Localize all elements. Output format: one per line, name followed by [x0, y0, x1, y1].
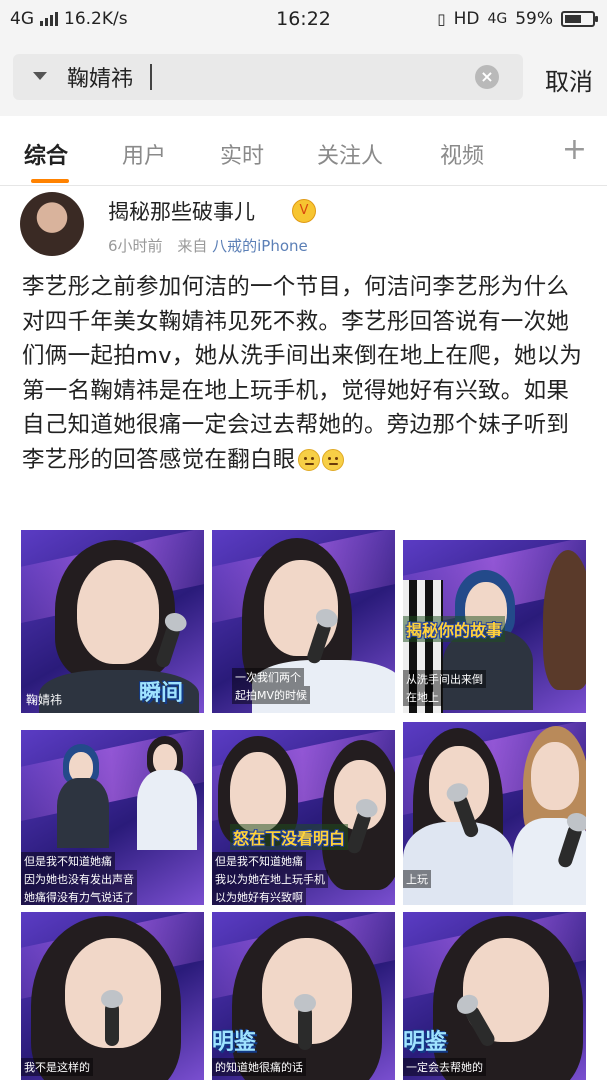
clear-icon[interactable]: ×: [475, 65, 499, 89]
tab-following[interactable]: 关注人: [317, 138, 383, 170]
post-image-3[interactable]: 揭秘你的故事 从洗手间出来倒 在地上: [403, 540, 586, 713]
tab-realtime[interactable]: 实时: [220, 138, 264, 170]
search-scope-dropdown-icon[interactable]: [33, 72, 47, 80]
image-caption: 我不是这样的: [21, 1058, 93, 1076]
search-input[interactable]: [65, 60, 465, 94]
hd-label: HD: [453, 9, 480, 29]
battery-percent: 59%: [515, 9, 553, 29]
emoji-icon: [297, 448, 320, 471]
cancel-button[interactable]: 取消: [545, 62, 593, 97]
post-image-7[interactable]: 我不是这样的: [21, 912, 204, 1080]
image-banner: 明鉴: [403, 1030, 448, 1055]
post-text: 李艺彤之前参加何洁的一个节目，何洁问李艺彤为什么对四千年美女鞠婧祎见死不救。李艺…: [22, 270, 590, 477]
avatar[interactable]: [20, 192, 84, 256]
image-caption: 的知道她很痛的话: [212, 1058, 306, 1076]
battery-icon: [561, 11, 598, 27]
image-caption: 上玩: [403, 870, 431, 888]
post-image-9[interactable]: 明鉴 一定会去帮她的: [403, 912, 586, 1080]
search-row: × 取消: [0, 40, 607, 116]
status-right: ▯ HD 4G 59%: [437, 9, 598, 29]
image-caption: 我以为她在地上玩手机: [212, 870, 328, 888]
post-image-2[interactable]: 一次我们两个 起拍MV的时候: [212, 530, 395, 713]
network-right-label: 4G: [487, 11, 508, 27]
plus-icon[interactable]: +: [562, 132, 587, 167]
post-image-4[interactable]: 但是我不知道她痛 因为她也没有发出声音 她痛得没有力气说话了: [21, 730, 204, 905]
tab-comprehensive[interactable]: 综合: [24, 138, 68, 170]
image-banner: 明鉴: [212, 1030, 257, 1055]
post-source[interactable]: 八戒的iPhone: [212, 237, 308, 255]
from-label: 来自: [177, 237, 208, 255]
image-caption: 一次我们两个: [232, 668, 304, 686]
member-badge-icon: V: [292, 199, 316, 223]
search-box[interactable]: ×: [13, 54, 523, 100]
image-caption: 但是我不知道她痛: [21, 852, 115, 870]
text-cursor: [150, 64, 152, 90]
status-bar: 4G 16.2K/s 16:22 ▯ HD 4G 59%: [0, 0, 607, 40]
emoji-icon: [321, 448, 344, 471]
active-tab-indicator: [31, 179, 69, 183]
search-tabs: 综合 用户 实时 关注人 视频 +: [0, 116, 607, 186]
post-time: 6小时前: [108, 237, 163, 255]
post-meta: 6小时前 来自 八戒的iPhone: [108, 235, 308, 256]
image-caption: 从洗手间出来倒: [403, 670, 486, 688]
image-caption: 一定会去帮她的: [403, 1058, 486, 1076]
image-banner: 瞬间: [139, 681, 184, 706]
tab-users[interactable]: 用户: [122, 138, 166, 170]
image-banner: 揭秘你的故事: [403, 616, 506, 642]
post-image-6[interactable]: 上玩: [403, 722, 586, 905]
vibrate-icon: ▯: [437, 10, 446, 28]
image-banner: 怒在下没看明白: [230, 824, 349, 850]
image-caption: 因为她也没有发出声音: [21, 870, 137, 888]
post-image-1[interactable]: 鞠婧祎 瞬间: [21, 530, 204, 713]
post-username[interactable]: 揭秘那些破事儿: [108, 196, 255, 226]
image-caption: 她痛得没有力气说话了: [21, 888, 137, 905]
tab-video[interactable]: 视频: [440, 138, 484, 170]
post-image-8[interactable]: 明鉴 的知道她很痛的话: [212, 912, 395, 1080]
post-body: 李艺彤之前参加何洁的一个节目，何洁问李艺彤为什么对四千年美女鞠婧祎见死不救。李艺…: [22, 274, 583, 473]
image-caption: 鞠婧祎: [26, 693, 63, 707]
image-caption: 起拍MV的时候: [232, 686, 311, 704]
post-image-5[interactable]: 怒在下没看明白 但是我不知道她痛 我以为她在地上玩手机 以为她好有兴致啊: [212, 730, 395, 905]
image-caption: 但是我不知道她痛: [212, 852, 306, 870]
image-caption: 以为她好有兴致啊: [212, 888, 306, 905]
image-caption: 在地上: [403, 688, 442, 706]
